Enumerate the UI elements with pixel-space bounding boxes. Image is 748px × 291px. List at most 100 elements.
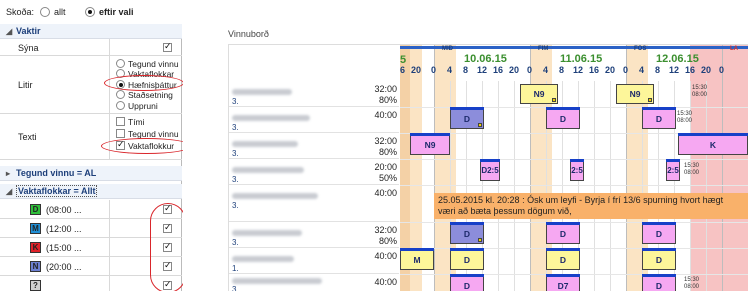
hour-label: 4: [543, 65, 549, 75]
employee-row[interactable]: 3. 20:00 50%: [229, 159, 399, 185]
time-text: 08:00: [684, 284, 700, 290]
note-line: 25.05.2015 kl. 20:28 : Ósk um leyfi - By…: [438, 195, 724, 205]
collapse-arrow-icon[interactable]: ◢: [6, 184, 16, 199]
shift-label: D: [463, 255, 471, 265]
texti-label: Texti: [18, 132, 37, 142]
checkbox-icon[interactable]: [116, 129, 125, 138]
day-of-week: FÖS: [634, 46, 647, 52]
shift-block[interactable]: D: [450, 107, 484, 129]
highlight-oval: [150, 203, 186, 291]
shift-label: D: [559, 229, 567, 239]
shift-time-label: (15:00 ...: [46, 243, 82, 253]
vaktir-group-header[interactable]: ◢ Vaktir: [0, 24, 182, 39]
note-line: væri að bæta þessum dögum við,: [438, 206, 572, 216]
employee-sub: 3.: [232, 149, 239, 158]
shift-block[interactable]: D: [546, 222, 580, 244]
shift-block[interactable]: N9: [616, 84, 654, 104]
collapse-arrow-icon[interactable]: ◢: [6, 24, 16, 39]
hour-label: 16: [493, 65, 504, 75]
shift-block[interactable]: N9: [410, 133, 450, 155]
shift-block[interactable]: D: [450, 274, 484, 291]
shift-block[interactable]: D: [450, 248, 484, 270]
employee-sub: 3.: [232, 175, 239, 184]
hour-label: 12: [477, 65, 488, 75]
shift-cap: [450, 222, 484, 225]
hour-line: [706, 81, 707, 291]
employee-row[interactable]: 3. 40:00: [229, 107, 399, 133]
hour-label: 20: [411, 65, 422, 75]
shift-block[interactable]: D: [642, 107, 676, 129]
shift-block[interactable]: D: [642, 274, 676, 291]
employee-hours: 32:00: [374, 225, 397, 235]
hour-label: 8: [463, 65, 469, 75]
skoda-allt-label[interactable]: allt: [54, 7, 66, 17]
schedule-grid: 3. 32:00 80% 3. 40:00 3. 32:00 80% 3. 20:00 50%…: [228, 44, 748, 291]
employee-row[interactable]: 3. 32:00 80%: [229, 81, 399, 107]
hour-label: 0: [527, 65, 533, 75]
expand-arrow-icon[interactable]: ▸: [6, 166, 16, 181]
shift-block[interactable]: 2:5: [666, 159, 680, 181]
shift-time-label: (12:00 ...: [46, 224, 82, 234]
shift-label: K: [709, 140, 717, 150]
shift-code-badge: ?: [30, 280, 41, 291]
hour-label: 0: [623, 65, 629, 75]
employee-pct: 50%: [378, 173, 397, 183]
shift-block[interactable]: D: [642, 222, 676, 244]
employee-row[interactable]: 3. 32:00 80%: [229, 133, 399, 159]
employee-column: 3. 32:00 80% 3. 40:00 3. 32:00 80% 3. 20:00 50%…: [229, 45, 399, 291]
employee-sub: 3.: [232, 285, 239, 291]
litir-key-cell: Litir: [14, 56, 110, 113]
time-text: 08:00: [684, 170, 700, 176]
shift-block[interactable]: D: [642, 248, 676, 270]
leave-request-note[interactable]: 25.05.2015 kl. 20:28 : Ósk um leyfi - By…: [434, 193, 748, 219]
skoda-eftir-vali-radio[interactable]: [85, 7, 95, 17]
employee-name: [232, 141, 298, 147]
employee-hours: 20:00: [374, 162, 397, 172]
shift-block[interactable]: N9: [520, 84, 558, 104]
syna-checkbox[interactable]: [163, 41, 172, 52]
shift-label: D7: [557, 281, 569, 291]
checkbox-icon[interactable]: [116, 117, 125, 126]
employee-row[interactable]: 3. 40:00: [229, 274, 399, 291]
board-title: Vinnuborð: [228, 29, 269, 39]
shift-cap: [546, 274, 580, 277]
time-text: 15:30: [684, 277, 700, 283]
employee-name: [232, 230, 302, 236]
tegund-group-header[interactable]: ▸ Tegund vinnu = AL: [0, 166, 182, 181]
shift-block[interactable]: D: [546, 248, 580, 270]
vaktaflokkar-group-header[interactable]: ◢ Vaktaflokkar = Allt: [0, 184, 182, 199]
shift-label: 2:5: [571, 166, 583, 175]
time-text: 08:00: [692, 92, 708, 98]
shift-block[interactable]: M: [400, 248, 434, 270]
shift-block[interactable]: 2:5: [570, 159, 584, 181]
shift-block[interactable]: K: [678, 133, 748, 155]
shift-block[interactable]: D: [546, 107, 580, 129]
shift-label: D: [463, 229, 471, 239]
day-date: 12.06.15: [656, 53, 699, 65]
shift-cap: [400, 248, 434, 251]
day-of-week: MIÐ: [442, 46, 453, 52]
employee-name: [232, 193, 318, 199]
hour-label: 0: [431, 65, 437, 75]
skoda-eftir-vali-label[interactable]: eftir vali: [99, 7, 134, 17]
vaktaflokkar-header-label: Vaktaflokkar = Allt: [16, 185, 98, 197]
radio-icon[interactable]: [116, 59, 125, 68]
employee-row[interactable]: 1. 40:00: [229, 248, 399, 274]
shift-time-label: (08:00 ...: [46, 205, 82, 215]
shift-cap: [450, 248, 484, 251]
shift-block[interactable]: D2:5: [480, 159, 500, 181]
radio-icon[interactable]: [116, 101, 125, 110]
employee-name: [232, 115, 310, 121]
employee-row[interactable]: 3. 32:00 80%: [229, 222, 399, 248]
syna-key-cell: Sýna: [14, 39, 110, 55]
skoda-allt-radio[interactable]: [40, 7, 50, 17]
employee-row[interactable]: 3. 40:00: [229, 185, 399, 222]
shift-block[interactable]: D: [450, 222, 484, 244]
radio-icon[interactable]: [116, 90, 125, 99]
shift-label: D2:5: [481, 166, 499, 175]
hour-label: 16: [589, 65, 600, 75]
employee-name: [232, 278, 322, 284]
employee-name: [232, 167, 304, 173]
shift-block[interactable]: D7: [546, 274, 580, 291]
hour-label: 0: [719, 65, 725, 75]
